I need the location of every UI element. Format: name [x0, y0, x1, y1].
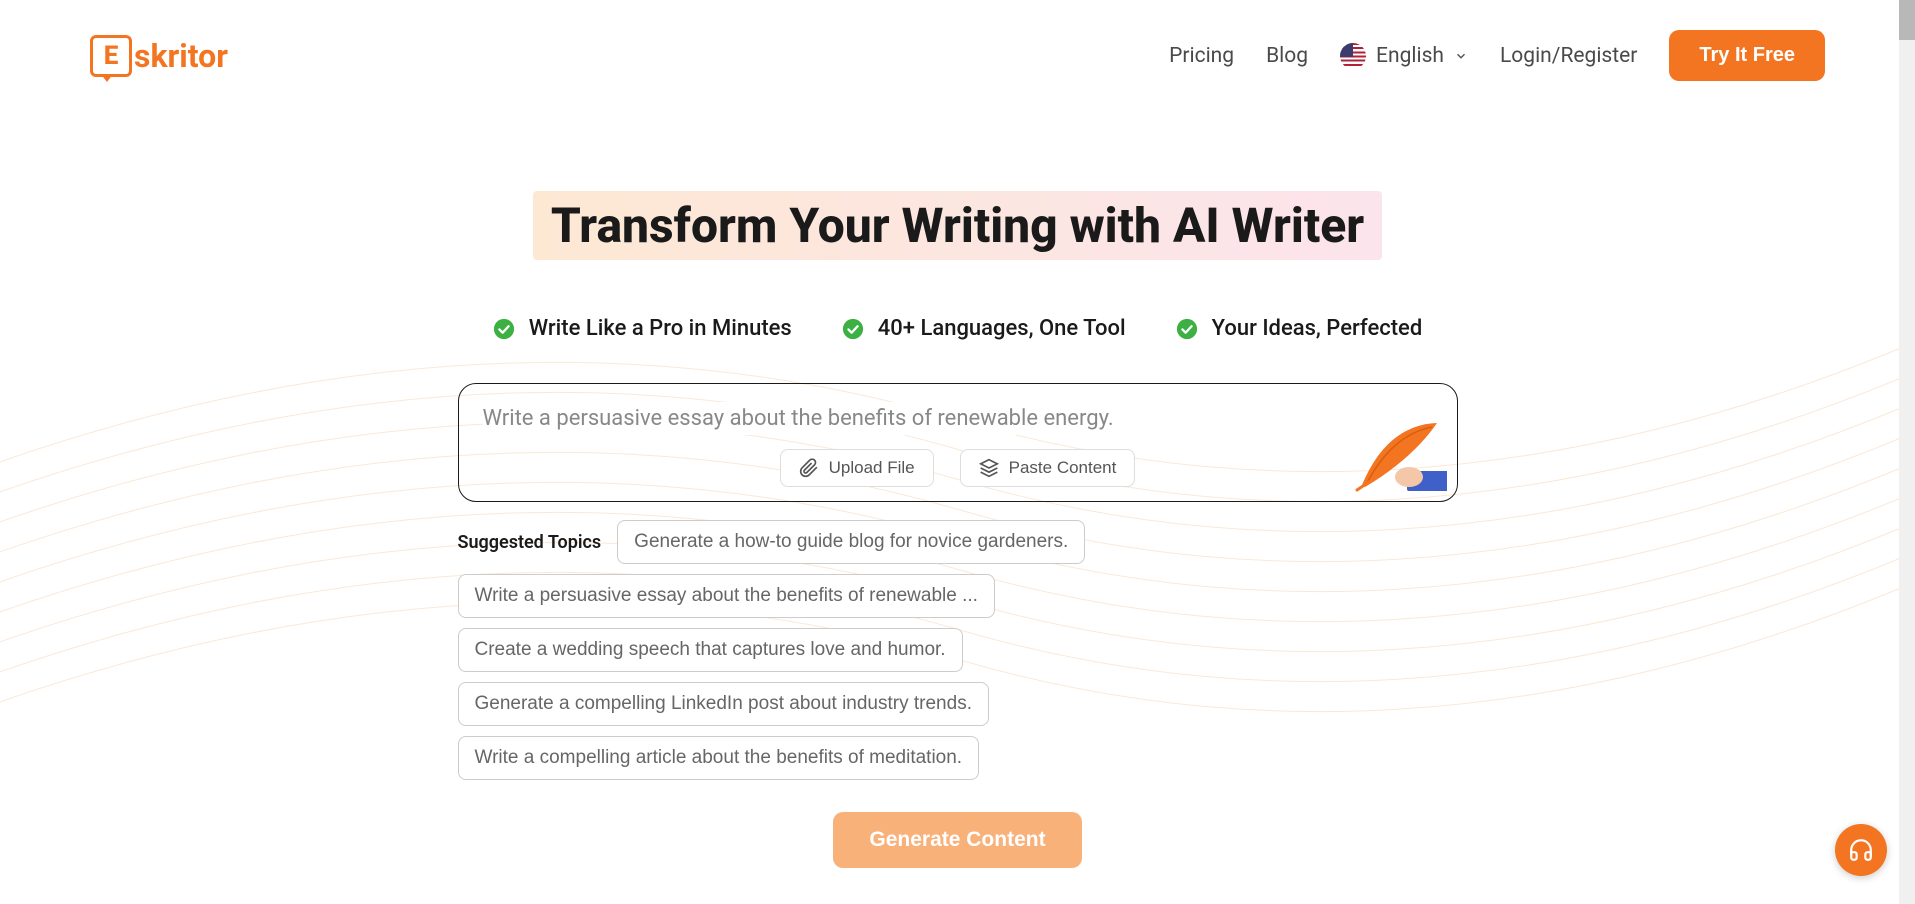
chevron-down-icon [1454, 49, 1468, 63]
scrollbar-thumb[interactable] [1899, 0, 1915, 40]
suggested-label: Suggested Topics [458, 532, 602, 553]
chat-widget-button[interactable] [1835, 824, 1887, 876]
logo-icon: E [90, 35, 132, 77]
features-row: Write Like a Pro in Minutes 40+ Language… [0, 316, 1915, 341]
nav: Pricing Blog English Login/Register Try … [1169, 30, 1825, 81]
topic-chip[interactable]: Generate a how-to guide blog for novice … [617, 520, 1085, 564]
headset-icon [1848, 837, 1874, 863]
try-free-button[interactable]: Try It Free [1669, 30, 1825, 81]
topic-chip[interactable]: Write a compelling article about the ben… [458, 736, 980, 780]
check-icon [1176, 318, 1198, 340]
paperclip-icon [799, 458, 819, 478]
layers-icon [979, 458, 999, 478]
feature-item: 40+ Languages, One Tool [842, 316, 1126, 341]
quill-hand-icon [1347, 415, 1447, 495]
topic-chip[interactable]: Generate a compelling LinkedIn post abou… [458, 682, 989, 726]
nav-blog[interactable]: Blog [1266, 44, 1308, 68]
logo-letter: E [104, 41, 119, 71]
feature-text: Your Ideas, Perfected [1212, 316, 1423, 341]
topic-chip[interactable]: Create a wedding speech that captures lo… [458, 628, 963, 672]
input-actions: Upload File Paste Content [483, 449, 1433, 487]
hero: Transform Your Writing with AI Writer Wr… [0, 191, 1915, 868]
language-label: English [1376, 44, 1444, 68]
logo-text: skritor [134, 37, 228, 75]
flag-icon [1340, 43, 1366, 69]
nav-login[interactable]: Login/Register [1500, 44, 1637, 68]
prompt-input-box: Upload File Paste Content [458, 383, 1458, 502]
upload-file-label: Upload File [829, 458, 915, 478]
logo[interactable]: E skritor [90, 35, 228, 77]
topic-chip[interactable]: Write a persuasive essay about the benef… [458, 574, 995, 618]
upload-file-button[interactable]: Upload File [780, 449, 934, 487]
generate-content-button[interactable]: Generate Content [833, 812, 1081, 868]
language-selector[interactable]: English [1340, 43, 1468, 69]
header: E skritor Pricing Blog English Login/Reg… [0, 0, 1915, 111]
paste-content-button[interactable]: Paste Content [960, 449, 1136, 487]
suggested-topics: Suggested Topics Generate a how-to guide… [458, 520, 1458, 780]
feature-text: 40+ Languages, One Tool [878, 316, 1126, 341]
check-icon [842, 318, 864, 340]
feature-text: Write Like a Pro in Minutes [529, 316, 792, 341]
feature-item: Write Like a Pro in Minutes [493, 316, 792, 341]
feature-item: Your Ideas, Perfected [1176, 316, 1423, 341]
nav-pricing[interactable]: Pricing [1169, 44, 1234, 68]
check-icon [493, 318, 515, 340]
hero-title: Transform Your Writing with AI Writer [533, 191, 1382, 260]
paste-content-label: Paste Content [1009, 458, 1117, 478]
prompt-input[interactable] [483, 402, 1433, 435]
